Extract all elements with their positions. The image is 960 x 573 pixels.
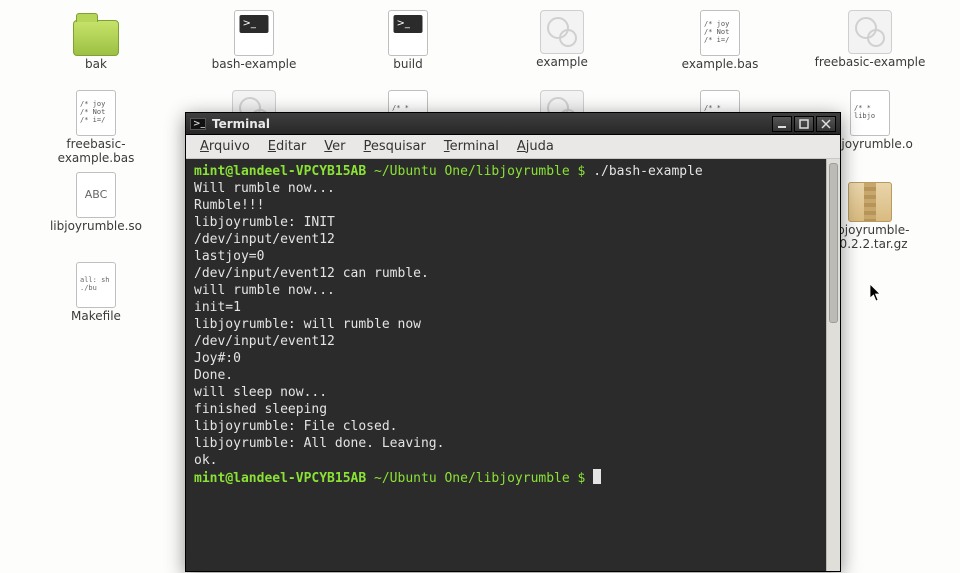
desktop-icon-example[interactable]: example	[502, 10, 622, 70]
icon-label: Makefile	[36, 310, 156, 324]
desktop-icon-bak[interactable]: bak	[36, 10, 156, 72]
output-line: Will rumble now...	[194, 180, 832, 197]
scrollbar-thumb[interactable]	[829, 163, 838, 323]
output-line: libjoyrumble: INIT	[194, 214, 832, 231]
icon-label: libjoyrumble.so	[36, 220, 156, 234]
mk-icon: all: sh ./bu	[76, 262, 116, 308]
term-script-icon	[388, 10, 428, 56]
maximize-button[interactable]	[794, 116, 814, 132]
desktop-icon-makefile[interactable]: all: sh ./bu Makefile	[36, 262, 156, 324]
output-line: finished sleeping	[194, 401, 832, 418]
menubar[interactable]: ArquivoEditarVerPesquisarTerminalAjuda	[186, 135, 840, 159]
desktop-icon-libjoyrumble-so[interactable]: ABC libjoyrumble.so	[36, 172, 156, 234]
text-cursor	[593, 469, 601, 484]
exec-icon	[848, 10, 892, 54]
menu-arquivo[interactable]: Arquivo	[192, 137, 258, 156]
icon-label: example.bas	[660, 58, 780, 72]
titlebar[interactable]: >_ Terminal	[186, 113, 840, 135]
output-line: will sleep now...	[194, 384, 832, 401]
menu-editar[interactable]: Editar	[260, 137, 315, 156]
menu-pesquisar[interactable]: Pesquisar	[356, 137, 434, 156]
src-icon: /* joy /* Not /* i=/	[76, 90, 116, 136]
desktop-icon-freebasic-example[interactable]: freebasic-example	[810, 10, 930, 70]
output-line: lastjoy=0	[194, 248, 832, 265]
exec-icon	[540, 10, 584, 54]
so-icon: ABC	[76, 172, 116, 218]
desktop-icon-example-bas[interactable]: /* joy /* Not /* i=/ example.bas	[660, 10, 780, 72]
output-line: Done.	[194, 367, 832, 384]
output-line: ok.	[194, 452, 832, 469]
icon-label: example	[502, 56, 622, 70]
command-text: ./bash-example	[593, 164, 703, 179]
terminal-icon: >_	[190, 118, 206, 130]
output-line: libjoyrumble: File closed.	[194, 418, 832, 435]
output-line: will rumble now...	[194, 282, 832, 299]
icon-label: bak	[36, 58, 156, 72]
output-line: init=1	[194, 299, 832, 316]
term-script-icon	[234, 10, 274, 56]
folder-icon	[73, 20, 119, 56]
minimize-button[interactable]	[772, 116, 792, 132]
output-line: libjoyrumble: will rumble now	[194, 316, 832, 333]
scrollbar[interactable]	[826, 159, 840, 571]
terminal-window[interactable]: >_ Terminal ArquivoEditarVerPesquisarTer…	[185, 112, 841, 572]
menu-terminal[interactable]: Terminal	[436, 137, 507, 156]
desktop-icon-build[interactable]: build	[348, 10, 468, 72]
icon-label: build	[348, 58, 468, 72]
output-line: /dev/input/event12 can rumble.	[194, 265, 832, 282]
output-line: Joy#:0	[194, 350, 832, 367]
src-icon: /* * libjo	[850, 90, 890, 136]
output-line: Rumble!!!	[194, 197, 832, 214]
menu-ver[interactable]: Ver	[316, 137, 353, 156]
output-line: libjoyrumble: All done. Leaving.	[194, 435, 832, 452]
prompt-line: mint@landeel-VPCYB15AB ~/Ubuntu One/libj…	[194, 469, 832, 487]
icon-label: freebasic-example	[810, 56, 930, 70]
output-line: /dev/input/event12	[194, 231, 832, 248]
menu-ajuda[interactable]: Ajuda	[509, 137, 562, 156]
src-icon: /* joy /* Not /* i=/	[700, 10, 740, 56]
desktop-icon-bash-example[interactable]: bash-example	[194, 10, 314, 72]
window-title: Terminal	[212, 117, 270, 131]
output-line: /dev/input/event12	[194, 333, 832, 350]
archive-icon	[848, 182, 892, 222]
icon-label: freebasic-example.bas	[36, 138, 156, 166]
prompt-line: mint@landeel-VPCYB15AB ~/Ubuntu One/libj…	[194, 163, 832, 180]
icon-label: bash-example	[194, 58, 314, 72]
close-button[interactable]	[816, 116, 836, 132]
desktop-icon-freebasic-example-bas[interactable]: /* joy /* Not /* i=/freebasic-example.ba…	[36, 90, 156, 166]
terminal-body[interactable]: mint@landeel-VPCYB15AB ~/Ubuntu One/libj…	[186, 159, 840, 571]
